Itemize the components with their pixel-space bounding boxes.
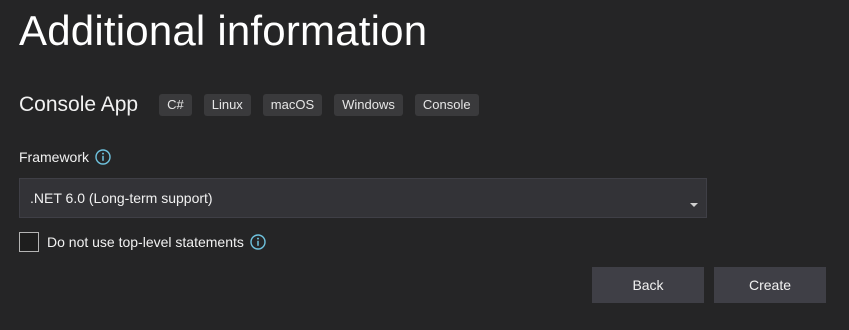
top-level-statements-checkbox[interactable] [19,232,39,252]
template-tags: C# Linux macOS Windows Console [159,94,491,116]
tag-macos: macOS [262,94,323,116]
framework-dropdown[interactable]: .NET 6.0 (Long-term support) [19,178,707,218]
tag-console: Console [414,94,479,116]
template-summary: Console App C# Linux macOS Windows Conso… [19,92,491,118]
framework-label: Framework [19,149,90,165]
top-level-statements-option: Do not use top-level statements [19,231,266,253]
page-title: Additional information [19,7,428,54]
template-name: Console App [19,93,139,116]
framework-label-row: Framework [19,147,111,167]
tag-csharp: C# [159,94,192,116]
create-button[interactable]: Create [714,267,826,303]
additional-information-page: Additional information Console App C# Li… [0,0,849,330]
framework-selected-value: .NET 6.0 (Long-term support) [30,190,213,206]
info-circle-icon[interactable] [250,234,266,250]
top-level-statements-label[interactable]: Do not use top-level statements [47,234,244,250]
tag-windows: Windows [334,94,403,116]
info-circle-icon[interactable] [95,149,111,165]
tag-linux: Linux [203,94,251,116]
back-button[interactable]: Back [592,267,704,303]
caret-down-icon [690,195,698,207]
